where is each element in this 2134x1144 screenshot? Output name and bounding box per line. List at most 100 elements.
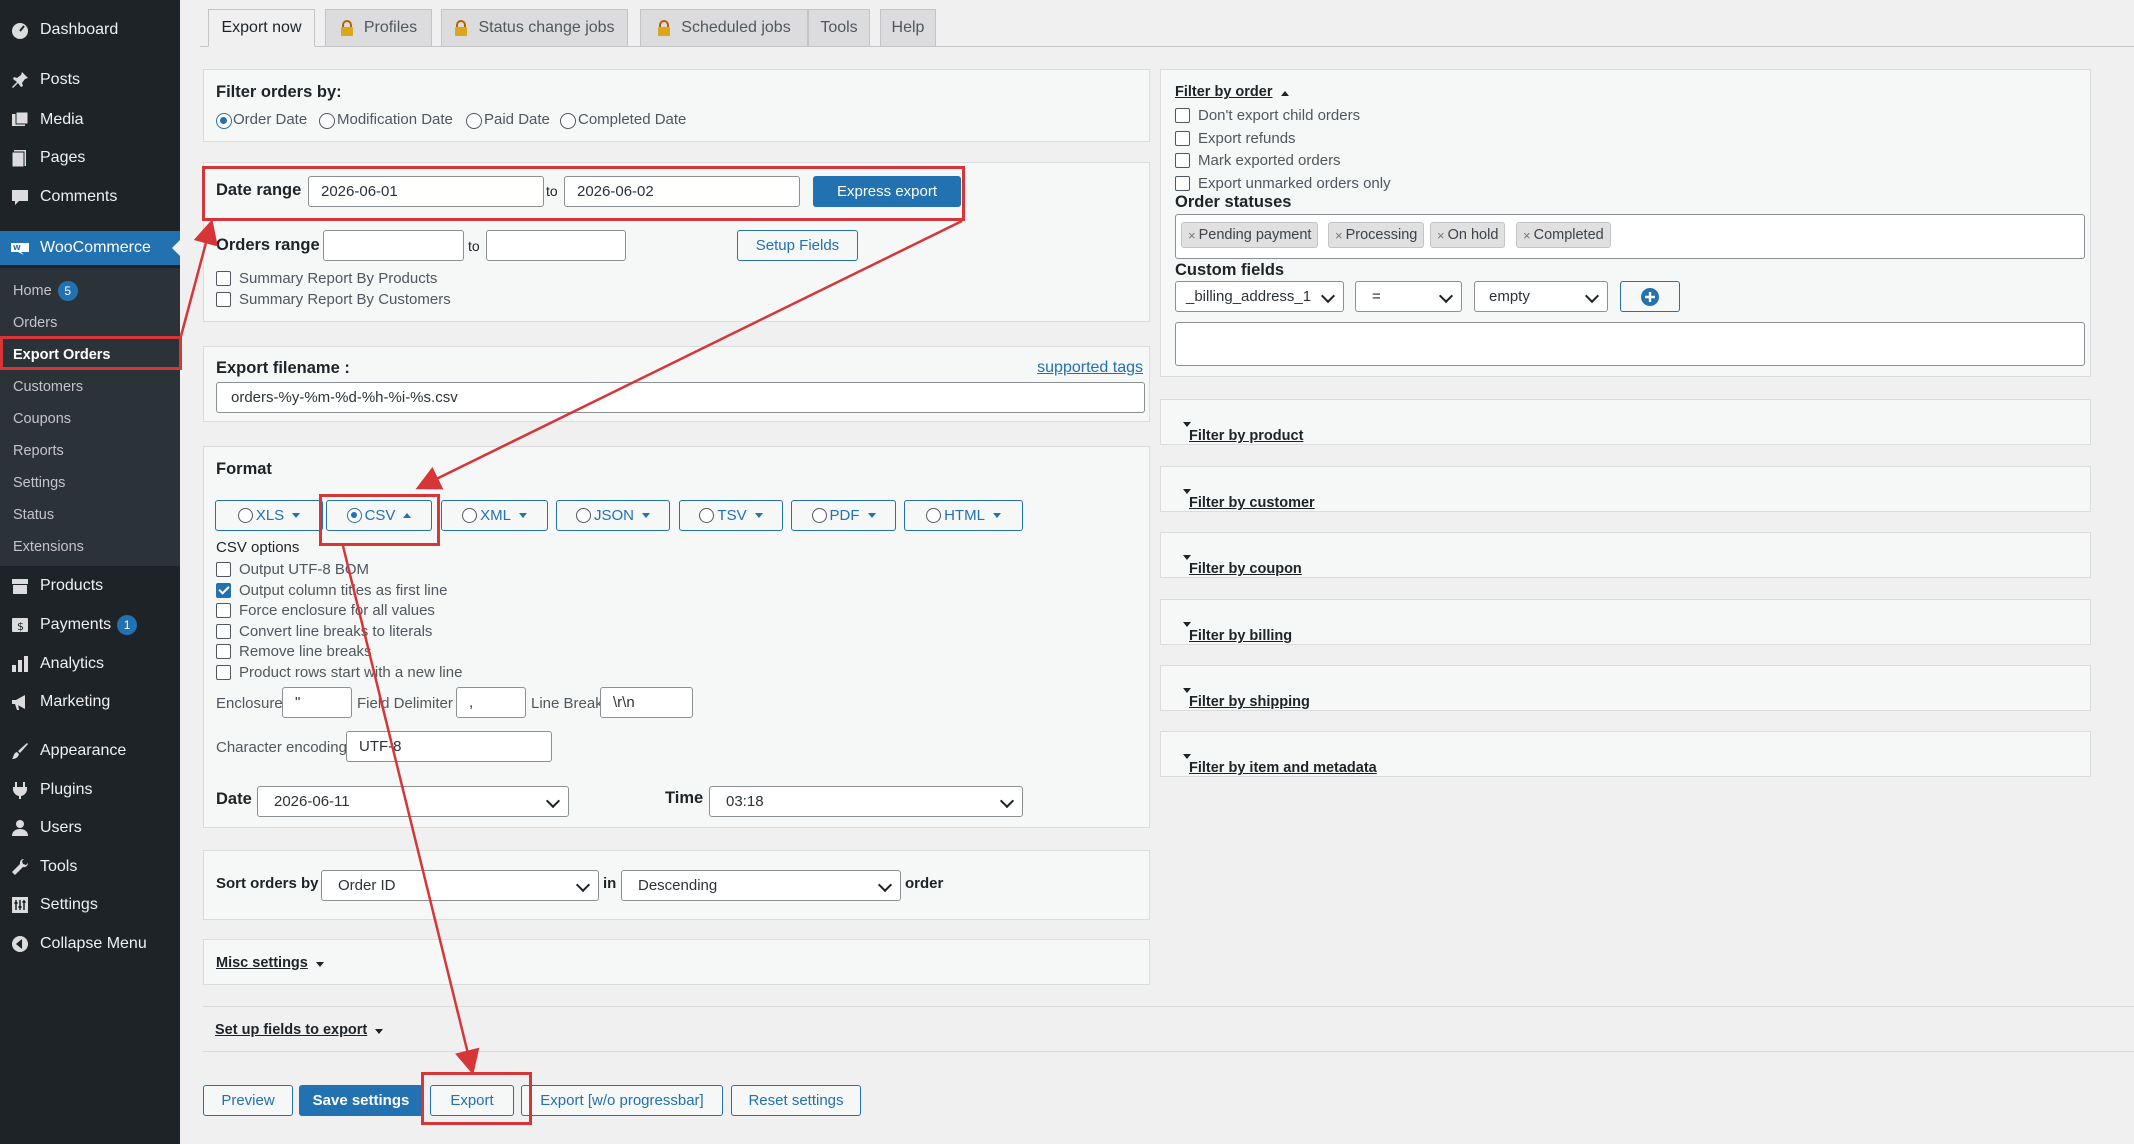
submenu-settings[interactable]: Settings [13, 472, 65, 494]
format-json-button[interactable]: JSON [556, 500, 670, 531]
tab-label: Export now [221, 19, 302, 36]
menu-analytics[interactable]: Analytics [0, 647, 180, 681]
csv-option-checkbox[interactable] [216, 582, 231, 598]
summary-customers-label: Summary Report By Customers [239, 291, 451, 308]
menu-marketing[interactable]: Marketing [0, 685, 180, 719]
preview-button[interactable]: Preview [203, 1085, 293, 1116]
menu-tools[interactable]: Tools [0, 850, 180, 884]
filter-by-order-toggle[interactable]: Filter by order [1175, 83, 1289, 100]
tab-tools[interactable]: Tools [808, 9, 870, 47]
csv-option-checkbox[interactable] [216, 562, 231, 577]
remove-icon[interactable]: × [1523, 228, 1531, 243]
count-badge: 1 [117, 615, 138, 635]
caret-down-icon [992, 513, 1001, 518]
filter-toggle[interactable]: Filter by customer [1175, 481, 1315, 511]
cf-field-select[interactable]: _billing_address_1 [1175, 281, 1344, 312]
status-chip[interactable]: × Processing [1328, 222, 1425, 248]
menu-settings[interactable]: Settings [0, 888, 180, 922]
format-tsv-button[interactable]: TSV [679, 500, 783, 531]
radio-icon [926, 508, 942, 523]
status-chip[interactable]: × On hold [1430, 222, 1506, 248]
filter-toggle[interactable]: Filter by product [1175, 414, 1303, 444]
tab-export-now[interactable]: Export now [208, 9, 315, 47]
tab-scheduled-jobs[interactable]: Scheduled jobs [640, 9, 808, 47]
setup-fields-toggle[interactable]: Set up fields to export [215, 1021, 384, 1038]
menu-plugins[interactable]: Plugins [0, 773, 180, 807]
submenu-status[interactable]: Status [13, 504, 54, 526]
tab-status-change-jobs[interactable]: Status change jobs [441, 9, 628, 47]
order-option-checkbox[interactable] [1175, 130, 1190, 146]
submenu-orders[interactable]: Orders [13, 312, 57, 334]
linebreak-input[interactable]: \r\n [600, 687, 693, 718]
filter-toggle[interactable]: Filter by coupon [1175, 547, 1302, 577]
status-chip[interactable]: × Pending payment [1181, 222, 1319, 248]
remove-icon[interactable]: × [1188, 228, 1196, 243]
submenu-extensions[interactable]: Extensions [13, 536, 84, 558]
custom-fields-list[interactable] [1175, 322, 2085, 366]
orders-to-input[interactable] [486, 230, 626, 261]
order-option-checkbox[interactable] [1175, 153, 1190, 168]
csv-option-checkbox[interactable] [216, 603, 231, 618]
cf-operator-select[interactable]: = [1355, 281, 1462, 312]
remove-icon[interactable]: × [1335, 228, 1343, 243]
submenu-coupons[interactable]: Coupons [13, 408, 71, 430]
radio-completed-date[interactable] [560, 113, 576, 129]
csv-option-checkbox[interactable] [216, 623, 231, 639]
time-select[interactable]: 03:18 [709, 786, 1023, 817]
radio-order-date[interactable] [216, 113, 232, 129]
filename-input[interactable]: orders-%y-%m-%d-%h-%i-%s.csv [216, 382, 1145, 413]
csv-option-checkbox[interactable] [216, 644, 231, 659]
save-settings-button[interactable]: Save settings [299, 1085, 423, 1116]
radio-modification-date[interactable] [319, 113, 335, 129]
orders-from-input[interactable] [323, 230, 464, 261]
menu-appearance[interactable]: Appearance [0, 734, 180, 768]
encoding-input[interactable]: UTF-8 [346, 731, 552, 762]
add-custom-field-button[interactable] [1620, 281, 1680, 312]
summary-customers-checkbox[interactable] [216, 292, 231, 307]
enclosure-input[interactable]: " [282, 687, 352, 718]
sort-field-select[interactable]: Order ID [321, 870, 599, 901]
supported-tags-link[interactable]: supported tags [1037, 359, 1143, 377]
menu-comments[interactable]: Comments [0, 180, 180, 214]
radio-icon [699, 508, 715, 523]
tab-help[interactable]: Help [880, 9, 936, 47]
csv-option-checkbox[interactable] [216, 664, 231, 680]
misc-settings-toggle[interactable]: Misc settings [216, 954, 324, 971]
radio-paid-date[interactable] [466, 113, 482, 129]
tab-profiles[interactable]: Profiles [325, 9, 432, 47]
menu-collapse-menu[interactable]: Collapse Menu [0, 927, 180, 961]
order-option-checkbox[interactable] [1175, 175, 1190, 191]
format-xml-button[interactable]: XML [441, 500, 548, 531]
submenu-customers[interactable]: Customers [13, 376, 83, 398]
menu-woocommerce[interactable]: W WooCommerce [0, 231, 180, 265]
menu-users[interactable]: Users [0, 811, 180, 845]
filter-toggle[interactable]: Filter by billing [1175, 614, 1292, 644]
filter-panel: Filter by customer [1160, 466, 2091, 512]
menu-products[interactable]: Products [0, 569, 180, 603]
date-select[interactable]: 2026-06-11 [257, 786, 569, 817]
menu-payments[interactable]: $ Payments 1 [0, 608, 180, 642]
filter-toggle[interactable]: Filter by shipping [1175, 680, 1310, 710]
menu-posts[interactable]: Posts [0, 63, 180, 97]
remove-icon[interactable]: × [1437, 228, 1445, 243]
setup-fields-button[interactable]: Setup Fields [737, 230, 858, 261]
menu-pages[interactable]: Pages [0, 141, 180, 175]
order-option-checkbox[interactable] [1175, 108, 1190, 123]
cf-value-select[interactable]: empty [1474, 281, 1608, 312]
tab-label: Scheduled jobs [681, 19, 791, 36]
settings-icon [10, 895, 30, 915]
submenu-reports[interactable]: Reports [13, 440, 64, 462]
delimiter-input[interactable]: , [456, 687, 526, 718]
export-no-progressbar-button[interactable]: Export [w/o progressbar] [521, 1085, 723, 1116]
summary-products-checkbox[interactable] [216, 271, 231, 286]
reset-settings-button[interactable]: Reset settings [731, 1085, 861, 1116]
menu-dashboard[interactable]: Dashboard [0, 13, 180, 47]
status-chip[interactable]: × Completed [1516, 222, 1611, 248]
sort-direction-select[interactable]: Descending [621, 870, 901, 901]
format-xls-button[interactable]: XLS [215, 500, 323, 531]
submenu-home[interactable]: Home 5 [13, 280, 78, 302]
format-html-button[interactable]: HTML [904, 500, 1023, 531]
menu-media[interactable]: Media [0, 103, 180, 137]
filter-toggle[interactable]: Filter by item and metadata [1175, 746, 1377, 776]
format-pdf-button[interactable]: PDF [791, 500, 896, 531]
